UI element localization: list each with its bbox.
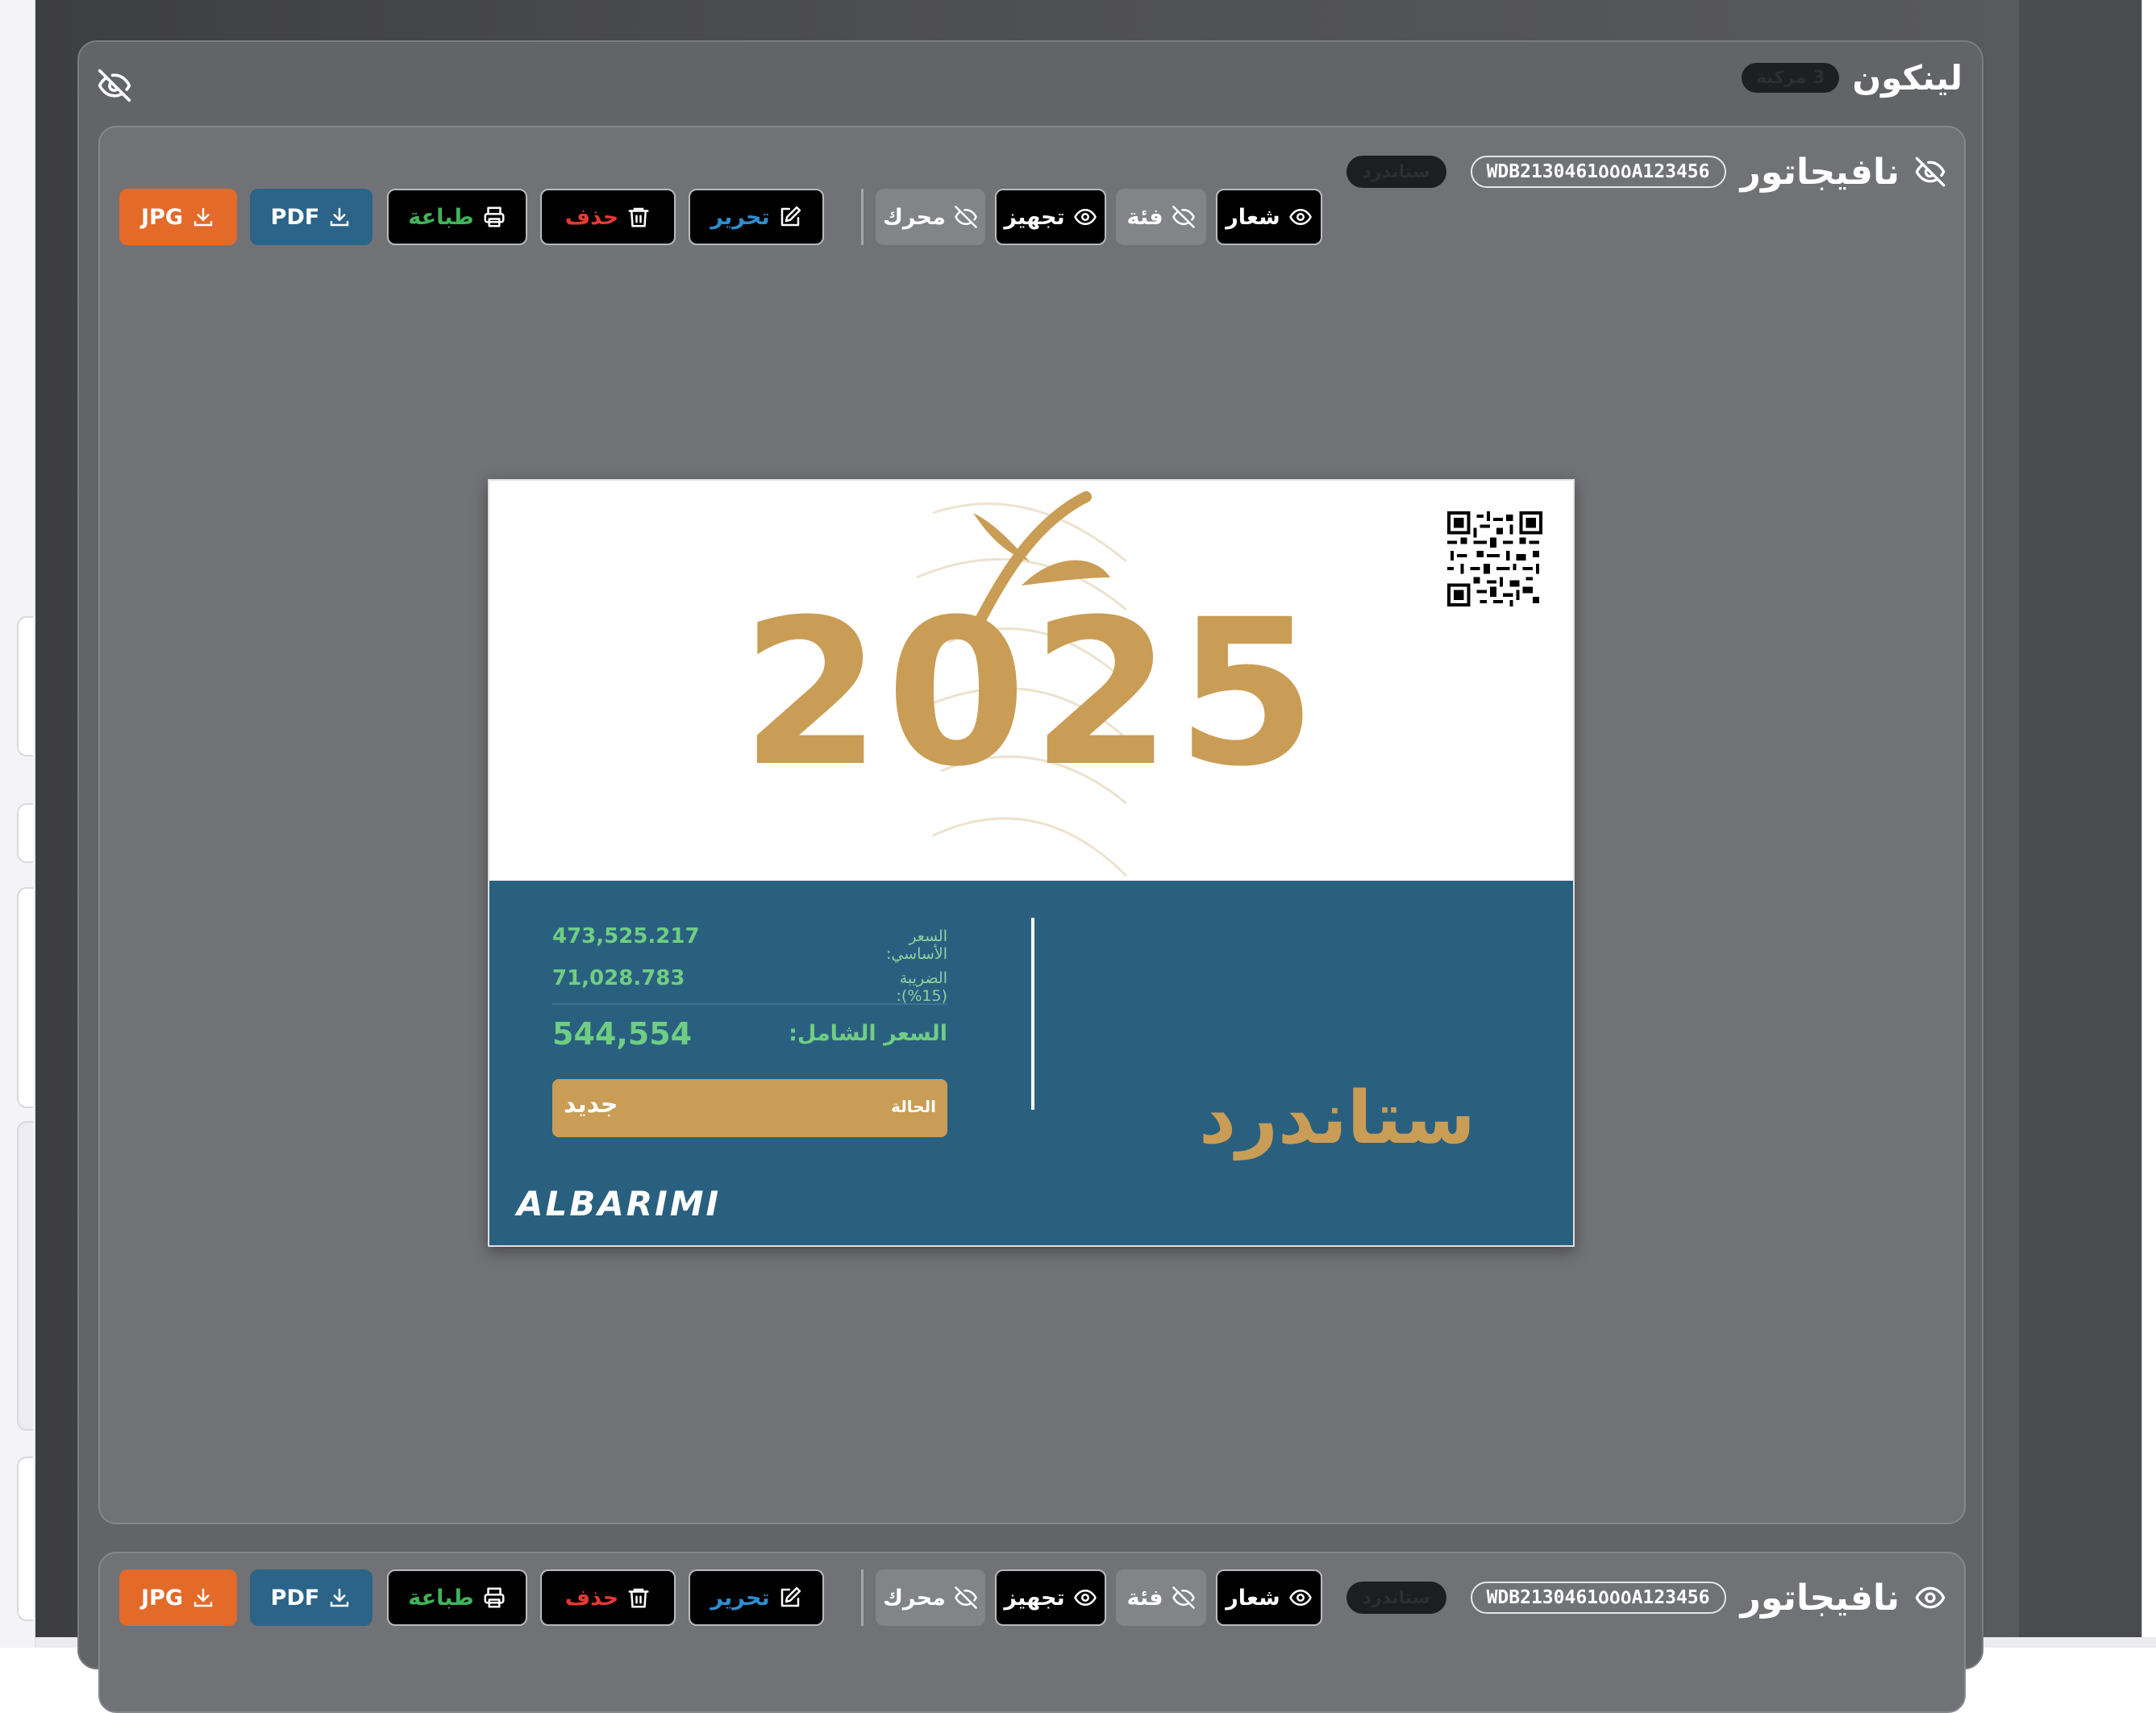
sticker-trim-name: ستاندرد <box>1199 1076 1475 1161</box>
jpg-label: JPG <box>141 204 183 230</box>
print-label: طباعة <box>408 204 474 230</box>
hide-group-eye-off-icon[interactable] <box>97 68 132 103</box>
vehicle-count-badge: 3 مركبة <box>1741 63 1840 93</box>
toolbar-divider <box>861 189 864 245</box>
vin-badge: WDB2130461٥٥٥A123456 <box>1470 156 1726 188</box>
price-separator <box>552 1003 947 1005</box>
equipment-label: تجهيز <box>1004 1585 1065 1611</box>
printer-icon <box>484 1587 505 1608</box>
group-header: لينكون 3 مركبة <box>1741 58 1962 98</box>
category-label: فئة <box>1126 1585 1163 1611</box>
window-right-edge <box>2141 0 2156 1648</box>
download-icon <box>194 1588 213 1607</box>
engine-label: محرك <box>883 1585 946 1611</box>
category-label: فئة <box>1126 204 1163 230</box>
eye-icon <box>1288 208 1312 226</box>
engine-label: محرك <box>883 204 946 230</box>
eye-icon <box>1288 1589 1312 1607</box>
side-card <box>17 1457 33 1621</box>
status-value: جديد <box>564 1090 618 1119</box>
side-card <box>17 616 33 756</box>
trash-icon <box>628 207 649 227</box>
visibility-eye-off-icon[interactable] <box>1914 156 1946 188</box>
edit-icon <box>780 206 801 227</box>
toggle-logo-button[interactable]: شعار <box>1216 189 1322 245</box>
trash-icon <box>628 1588 649 1608</box>
toolbar-divider <box>861 1569 864 1626</box>
logo-label: شعار <box>1226 1585 1280 1611</box>
card-toolbar: JPG PDF طباعة حذف تحرير محرك تجهيز فئة ش… <box>100 1569 1471 1626</box>
printer-icon <box>484 206 505 227</box>
tax-value: 71,028.783 <box>552 966 685 990</box>
download-icon <box>331 207 349 227</box>
status-label: الحالة <box>891 1097 936 1116</box>
download-icon <box>331 1588 349 1607</box>
status-box: الحالة جديد <box>552 1079 947 1137</box>
group-title: لينكون <box>1852 58 1962 98</box>
side-card <box>17 803 33 863</box>
toggle-equipment-button[interactable]: تجهيز <box>995 1569 1106 1626</box>
side-card <box>17 887 33 1108</box>
dealer-brand-logo: ALBARIMI <box>517 1184 722 1223</box>
card-toolbar: JPG PDF طباعة حذف تحرير محرك تجهيز فئة ش… <box>100 189 1471 245</box>
toggle-engine-button[interactable]: محرك <box>876 189 985 245</box>
visibility-eye-icon[interactable] <box>1914 1582 1946 1614</box>
toggle-category-button[interactable]: فئة <box>1116 189 1206 245</box>
print-label: طباعة <box>408 1585 474 1611</box>
eye-off-icon <box>1172 206 1195 228</box>
delete-button[interactable]: حذف <box>540 1569 676 1626</box>
eye-off-icon <box>954 1586 977 1609</box>
total-price-value: 544,554 <box>552 1016 693 1052</box>
equipment-label: تجهيز <box>1004 204 1065 230</box>
print-button[interactable]: طباعة <box>387 1569 527 1626</box>
eye-icon <box>1073 208 1097 226</box>
delete-label: حذف <box>564 1585 619 1611</box>
price-sticker-preview: 2025 السعر الأساسي: 473,525.217 الضريبة … <box>488 479 1575 1247</box>
edit-label: تحرير <box>710 204 770 230</box>
toggle-equipment-button[interactable]: تجهيز <box>995 189 1106 245</box>
toggle-logo-button[interactable]: شعار <box>1216 1569 1322 1626</box>
delete-label: حذف <box>564 204 619 230</box>
logo-label: شعار <box>1226 204 1280 230</box>
vin-badge: WDB2130461٥٥٥A123456 <box>1470 1582 1726 1614</box>
sticker-price-panel: السعر الأساسي: 473,525.217 الضريبة (15%)… <box>489 881 1573 1245</box>
download-pdf-button[interactable]: PDF <box>250 1569 373 1626</box>
workspace-right-gutter <box>2019 0 2156 1637</box>
pdf-label: PDF <box>270 1585 320 1611</box>
delete-button[interactable]: حذف <box>540 189 676 245</box>
print-button[interactable]: طباعة <box>387 189 527 245</box>
download-pdf-button[interactable]: PDF <box>250 189 373 245</box>
download-jpg-button[interactable]: JPG <box>119 1569 237 1626</box>
tax-label: الضريبة (15%): <box>896 969 947 1005</box>
left-panel-edge <box>0 0 35 1648</box>
edit-icon <box>780 1586 801 1607</box>
model-name: نافيجاتور <box>1740 1577 1900 1619</box>
download-jpg-button[interactable]: JPG <box>119 189 237 245</box>
toggle-category-button[interactable]: فئة <box>1116 1569 1206 1626</box>
model-year: 2025 <box>741 576 1321 811</box>
model-name: نافيجاتور <box>1740 151 1900 193</box>
vehicle-card: نافيجاتور WDB2130461٥٥٥A123456 ستاندرد J… <box>98 1552 1966 1713</box>
base-price-label: السعر الأساسي: <box>886 927 947 963</box>
jpg-label: JPG <box>141 1585 183 1611</box>
edit-label: تحرير <box>710 1585 770 1611</box>
eye-off-icon <box>1172 1586 1195 1609</box>
pdf-label: PDF <box>270 204 320 230</box>
base-price-value: 473,525.217 <box>552 924 700 948</box>
total-price-label: السعر الشامل: <box>789 1021 947 1046</box>
side-card <box>17 1121 33 1431</box>
trim-badge: ستاندرد <box>1346 156 1446 188</box>
download-icon <box>194 207 213 227</box>
eye-off-icon <box>954 206 977 228</box>
edit-button[interactable]: تحرير <box>689 1569 824 1626</box>
eye-icon <box>1073 1589 1097 1607</box>
edit-button[interactable]: تحرير <box>689 189 824 245</box>
panel-divider <box>1031 918 1034 1110</box>
toggle-engine-button[interactable]: محرك <box>876 1569 985 1626</box>
